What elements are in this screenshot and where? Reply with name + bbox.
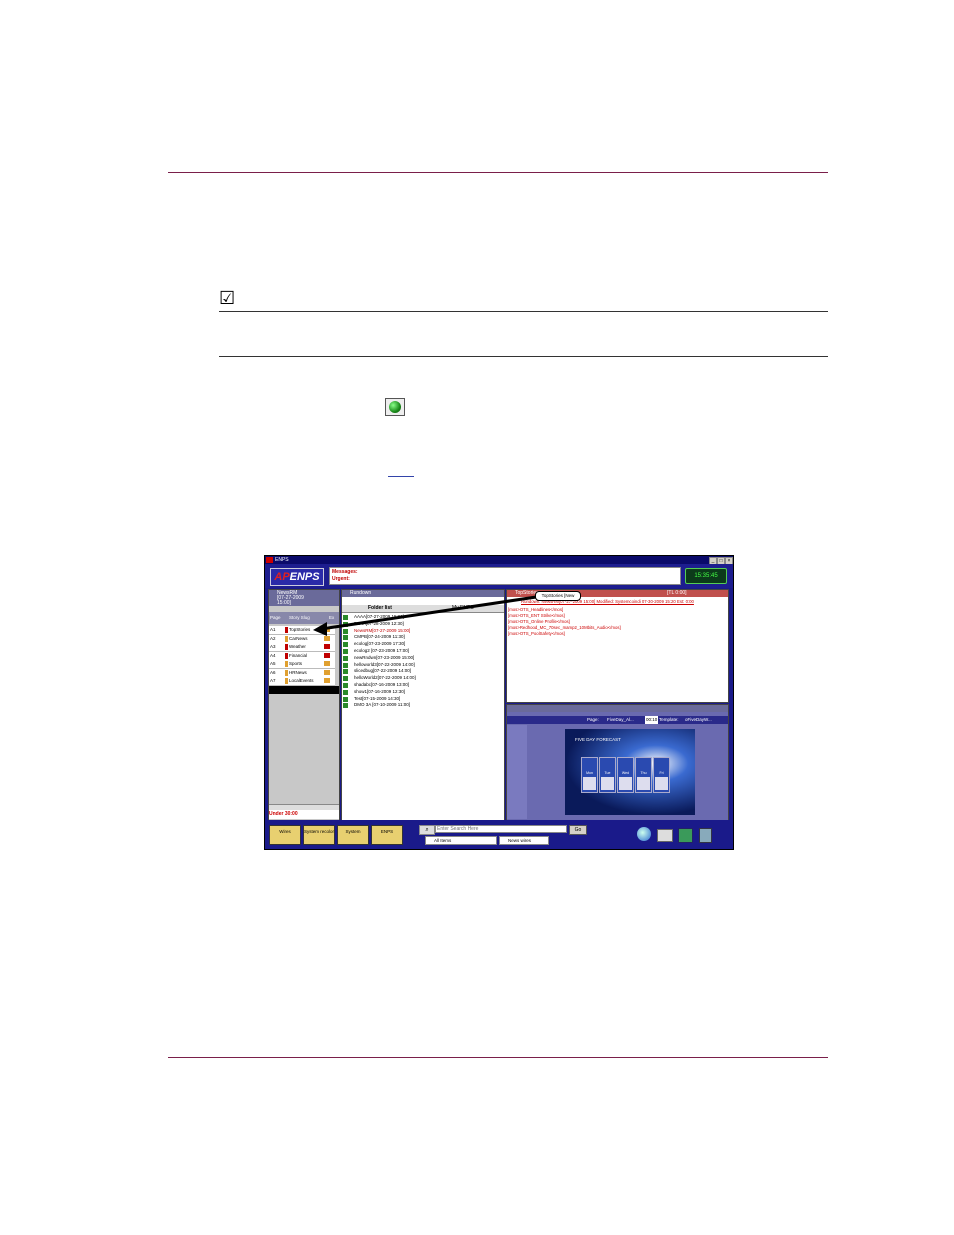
forecast-day-label: Mon <box>586 771 593 775</box>
forecast-title: FIVE DAY FORECAST <box>575 737 621 742</box>
template-panel: Page: FiveDay_Al... 00:10 Template: oFiv… <box>506 704 729 821</box>
globe-icon[interactable] <box>637 827 651 841</box>
forecast-day-label: Thu <box>640 771 647 775</box>
forecast-days: Mon Tue Wed Thu Fri <box>581 757 671 797</box>
forecast-day-box <box>655 777 668 790</box>
taskbar: Wires System recolor System ENPS ⌕ Go All I… <box>265 820 733 849</box>
taskbar-folder-button[interactable]: ENPS <box>371 825 403 845</box>
forecast-day-box <box>583 777 596 790</box>
note-checkbox-icon: ☑ <box>219 288 236 308</box>
note-bottom-rule <box>219 356 828 357</box>
search-input[interactable] <box>435 825 567 833</box>
taskbar-button-label: System recolor <box>304 829 335 834</box>
forecast-day-tile: Mon <box>581 757 598 793</box>
printer-icon[interactable] <box>657 829 673 842</box>
taskbar-button-label: System <box>345 829 361 834</box>
template-ruler <box>507 725 527 819</box>
taskbar-folder-button[interactable]: Wires <box>269 825 301 845</box>
taskbar-button-label: ENPS <box>380 829 394 834</box>
taskbar-button-label: Wires <box>279 829 291 834</box>
template-toolbar: Page: FiveDay_Al... 00:10 Template: oFiv… <box>507 716 728 724</box>
template-panel-title <box>507 705 728 712</box>
forecast-day-tile: Thu <box>635 757 652 793</box>
forecast-day-box <box>637 777 650 790</box>
callout-label: TopStories [New <box>535 591 581 601</box>
search-icon[interactable]: ⌕ <box>419 825 435 835</box>
refresh-icon[interactable] <box>678 828 693 843</box>
forecast-day-tile: Tue <box>599 757 616 793</box>
scope-select[interactable]: All Items <box>425 836 497 845</box>
header-rule <box>168 172 828 173</box>
forecast-day-label: Fri <box>659 771 664 775</box>
search-area: ⌕ Go All Items News wires <box>417 824 595 846</box>
enps-screenshot: ENPS _ □ × APENPS Messages: Urgent: 15:3… <box>264 555 734 850</box>
note-top-rule <box>219 311 828 312</box>
inline-link[interactable] <box>388 476 414 477</box>
forecast-day-label: Wed <box>621 771 630 775</box>
forecast-day-box <box>619 777 632 790</box>
forecast-day-tile: Fri <box>653 757 670 793</box>
trash-icon[interactable] <box>699 828 712 843</box>
footer-rule <box>168 1057 828 1058</box>
forecast-day-label: Tue <box>604 771 611 775</box>
green-start-icon <box>385 398 405 416</box>
go-button[interactable]: Go <box>569 825 587 835</box>
taskbar-folder-button[interactable]: System recolor <box>303 825 335 845</box>
forecast-preview: FIVE DAY FORECAST Mon Tue Wed Thu Fri <box>565 729 695 815</box>
wires-select[interactable]: News wires <box>499 836 549 845</box>
forecast-day-box <box>601 777 614 790</box>
forecast-day-tile: Wed <box>617 757 634 793</box>
taskbar-folder-button[interactable]: System <box>337 825 369 845</box>
